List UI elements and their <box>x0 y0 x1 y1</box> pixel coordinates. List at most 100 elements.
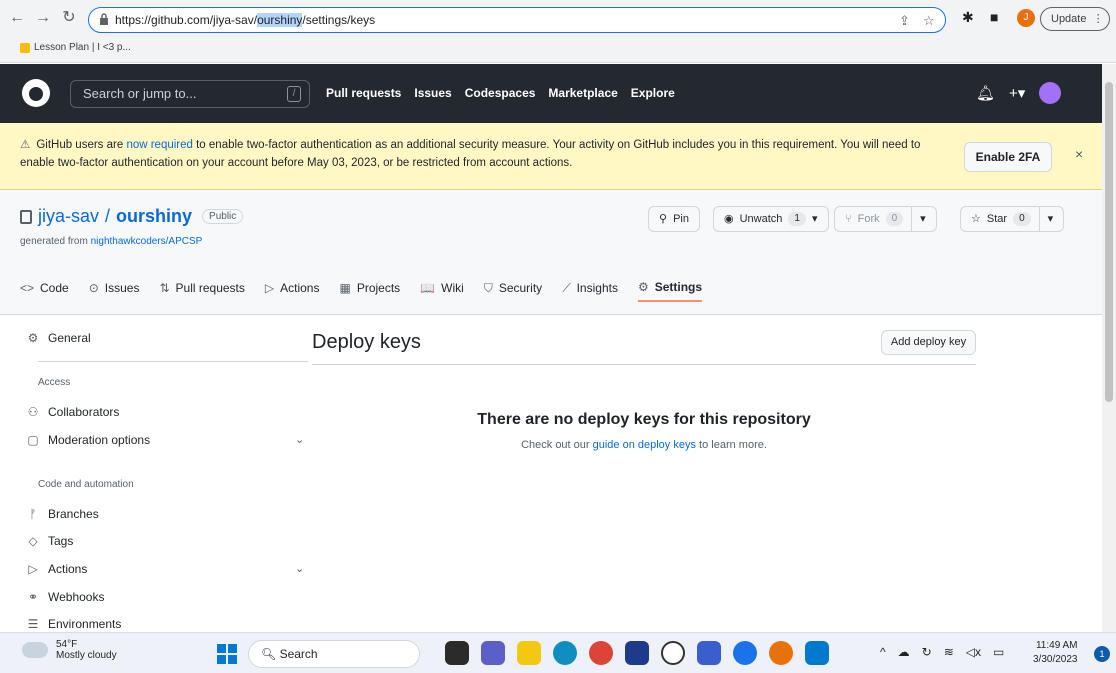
windows-start-icon[interactable] <box>217 644 237 664</box>
fork-button[interactable]: ⑂ Fork 0 ▾ <box>834 206 937 232</box>
taskbar-search[interactable]: 🔍︎ Search <box>248 640 420 668</box>
update-button[interactable]: Update ⋮ <box>1040 7 1110 31</box>
vscode-icon[interactable] <box>805 641 829 665</box>
tab-wiki[interactable]: 📖 Wiki <box>420 274 464 302</box>
nav-marketplace[interactable]: Marketplace <box>548 86 617 100</box>
pull-request-icon: ⇅ <box>159 281 170 295</box>
nav-issues[interactable]: Issues <box>414 86 451 100</box>
chrome-icon[interactable] <box>589 641 613 665</box>
volume-icon[interactable]: ◁x <box>966 645 981 659</box>
pin-button[interactable]: ⚲ Pin <box>648 206 700 232</box>
play-icon: ▷ <box>264 281 275 295</box>
onedrive-icon[interactable]: ☁ <box>898 645 910 659</box>
clock[interactable]: 11:49 AM 3/30/2023 <box>1033 639 1078 667</box>
sidebar-heading-code: Code and automation <box>38 479 134 490</box>
back-icon[interactable]: ← <box>6 7 28 29</box>
chrome-profile-icon[interactable] <box>733 641 757 665</box>
powershell-icon[interactable] <box>697 641 721 665</box>
lock-icon <box>100 13 108 25</box>
nav-explore[interactable]: Explore <box>631 86 675 100</box>
tab-code[interactable]: <> Code <box>20 274 69 302</box>
sidebar-item-branches[interactable]: ᚠ Branches <box>26 507 98 521</box>
forward-icon[interactable]: → <box>32 7 54 29</box>
notification-badge[interactable]: 1 <box>1094 646 1110 662</box>
star-button[interactable]: ☆ Star 0 ▾ <box>960 206 1065 232</box>
chevron-down-icon[interactable]: ▾ <box>911 207 926 231</box>
page-title: Deploy keys <box>312 331 421 353</box>
address-bar[interactable]: https://github.com/jiya-sav/ourshiny/set… <box>88 7 946 33</box>
profile-avatar[interactable]: J <box>1017 9 1035 27</box>
chevron-down-icon[interactable]: ⌄ <box>295 433 304 446</box>
file-explorer-icon[interactable] <box>517 641 541 665</box>
page-scrollbar[interactable] <box>1102 64 1116 632</box>
side-panel-icon[interactable]: ■ <box>990 9 998 25</box>
sync-icon[interactable]: ↻ <box>922 645 932 659</box>
now-required-link[interactable]: now required <box>126 139 192 151</box>
tab-settings[interactable]: ⚙ Settings <box>637 274 703 302</box>
repo-owner-link[interactable]: jiya-sav <box>38 206 99 227</box>
user-avatar[interactable] <box>1039 82 1062 104</box>
tab-issues[interactable]: ⊙ Issues <box>89 274 140 302</box>
repo-header: jiya-sav / ourshiny Public generated fro… <box>0 190 1102 315</box>
chevron-down-icon[interactable]: ⌄ <box>295 562 304 575</box>
scrollbar-thumb[interactable] <box>1105 82 1113 402</box>
tab-pull-requests[interactable]: ⇅ Pull requests <box>159 274 244 302</box>
sidebar-item-environments[interactable]: ☰ Environments <box>26 617 122 631</box>
plus-dropdown-icon[interactable]: +▾ <box>1009 84 1025 102</box>
sidebar-item-tags[interactable]: ◇ Tags <box>26 534 73 548</box>
template-repo-link[interactable]: nighthawkcoders/APCSP <box>91 236 203 247</box>
pin-icon: ⚲ <box>659 213 668 225</box>
chevron-down-icon[interactable]: ▾ <box>1038 207 1053 231</box>
play-icon: ▷ <box>28 562 38 576</box>
server-icon: ☰ <box>27 617 39 631</box>
sidebar-item-general[interactable]: ⚙ General <box>26 331 91 345</box>
shield-icon: ⛉ <box>483 280 493 295</box>
battery-icon[interactable]: ▭ <box>993 645 1004 659</box>
windows-taskbar: 54°F Mostly cloudy 🔍︎ Search ^ ☁ ↻ ≋ ◁x ▭… <box>0 632 1116 673</box>
repo-tabs: <> Code ⊙ Issues ⇅ Pull requests ▷ Actions ▦… <box>20 274 703 302</box>
unwatch-button[interactable]: ◉ Unwatch 1 ▾ <box>713 206 829 232</box>
repo-name-link[interactable]: ourshiny <box>116 206 192 227</box>
edge-icon[interactable] <box>553 641 577 665</box>
title-divider <box>312 364 976 365</box>
tab-insights[interactable]: ⟋ Insights <box>562 274 618 302</box>
sidebar-item-collaborators[interactable]: ⚇ Collaborators <box>26 405 120 419</box>
bookmark-item[interactable]: Lesson Plan | I <3 p... <box>20 42 131 53</box>
github-logo-icon[interactable] <box>22 79 50 107</box>
sidebar-item-webhooks[interactable]: ⚭ Webhooks <box>26 590 105 604</box>
deploy-keys-guide-link[interactable]: guide on deploy keys <box>593 439 696 451</box>
enable-2fa-button[interactable]: Enable 2FA <box>964 142 1052 172</box>
taskbar-apps <box>445 641 829 665</box>
sidebar-item-moderation[interactable]: ▢ Moderation options <box>26 433 150 447</box>
people-icon: ⚇ <box>27 405 39 419</box>
star-bookmark-icon[interactable]: ☆ <box>923 13 935 29</box>
wifi-icon[interactable]: ≋ <box>944 645 954 659</box>
task-view-icon[interactable] <box>445 641 469 665</box>
tab-security[interactable]: ⛉ Security <box>484 274 542 302</box>
issue-icon: ⊙ <box>88 281 99 295</box>
sidebar-item-actions[interactable]: ▷ Actions <box>26 562 87 576</box>
fork-count: 0 <box>885 212 904 226</box>
nav-pull-requests[interactable]: Pull requests <box>326 86 401 100</box>
bookmark-icon <box>20 42 30 53</box>
search-input[interactable]: Search or jump to... / <box>70 80 310 108</box>
nav-codespaces[interactable]: Codespaces <box>465 86 536 100</box>
add-deploy-key-button[interactable]: Add deploy key <box>881 330 976 355</box>
reload-icon[interactable]: ↻ <box>58 7 80 29</box>
extensions-icon[interactable]: ✱ <box>962 9 974 26</box>
chrome-active-icon[interactable] <box>769 641 793 665</box>
dell-icon[interactable] <box>661 641 685 665</box>
sidebar-heading-access: Access <box>38 377 71 388</box>
star-icon: ☆ <box>971 213 981 225</box>
tab-projects[interactable]: ▦ Projects <box>339 274 400 302</box>
table-icon: ▦ <box>339 281 351 295</box>
weather-widget[interactable]: 54°F Mostly cloudy <box>22 639 117 661</box>
chevron-up-icon[interactable]: ^ <box>880 645 886 659</box>
tab-actions[interactable]: ▷ Actions <box>265 274 320 302</box>
close-icon[interactable]: × <box>1075 145 1083 163</box>
github-header: Search or jump to... / Pull requests Issu… <box>0 64 1102 123</box>
store-icon[interactable] <box>625 641 649 665</box>
teams-chat-icon[interactable] <box>481 641 505 665</box>
share-icon[interactable]: ⇪ <box>899 13 910 29</box>
bell-icon[interactable]: 🔔︎ <box>976 84 995 102</box>
